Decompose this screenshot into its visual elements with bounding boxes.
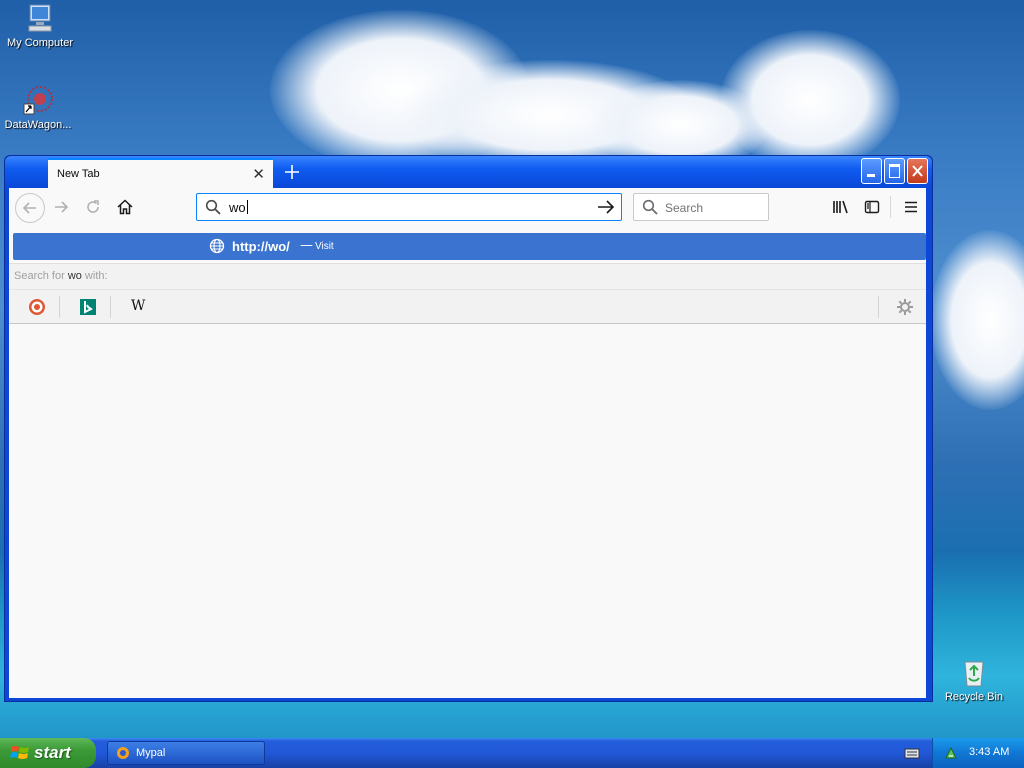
- wikipedia-engine-button[interactable]: W: [129, 297, 149, 317]
- cloud: [720, 30, 900, 170]
- clock: 3:43 AM: [969, 746, 1010, 758]
- plus-icon: [285, 165, 299, 179]
- desktop-icon-label: DataWagon...: [4, 119, 72, 131]
- arrow-left-icon: [22, 202, 36, 214]
- minimize-icon: [867, 174, 875, 177]
- suggestion-url: http://wo/: [232, 239, 290, 254]
- desktop-icon-recycle-bin[interactable]: Recycle Bin: [934, 656, 1014, 703]
- minimize-button[interactable]: [861, 158, 882, 184]
- menu-button[interactable]: [897, 193, 925, 221]
- browser-content: wo Search http://wo/ — Visit Search for …: [9, 188, 926, 698]
- url-input[interactable]: wo: [229, 200, 248, 215]
- close-tab-icon[interactable]: ✕: [252, 165, 265, 183]
- search-placeholder: Search: [665, 201, 704, 215]
- go-arrow-icon[interactable]: [597, 199, 615, 215]
- keyboard-icon[interactable]: [904, 746, 920, 760]
- toolbar-divider: [890, 196, 891, 218]
- computer-icon: [24, 2, 56, 34]
- search-with-header: Search for wo with:: [9, 263, 926, 290]
- windows-logo-icon: [10, 746, 29, 759]
- browser-window: New Tab ✕ wo Search http://wo/ — Visit S…: [4, 155, 933, 702]
- desktop-icon-datawagon[interactable]: DataWagon...: [0, 84, 78, 131]
- search-icon: [205, 199, 221, 215]
- tab-new-tab[interactable]: New Tab ✕: [48, 158, 273, 188]
- forward-button[interactable]: [47, 193, 75, 221]
- search-settings-button[interactable]: [895, 297, 915, 317]
- taskbar-item-label: Mypal: [136, 747, 166, 759]
- url-input-value: wo: [229, 200, 246, 215]
- suggestion-separator: —: [300, 238, 313, 253]
- url-bar[interactable]: wo: [196, 193, 622, 221]
- wikipedia-icon: W: [131, 298, 146, 314]
- search-with-suffix: with:: [81, 270, 108, 282]
- close-icon: [912, 165, 923, 177]
- engine-divider: [110, 296, 111, 318]
- tab-title: New Tab: [57, 168, 100, 180]
- back-button[interactable]: [15, 193, 45, 223]
- home-icon: [117, 199, 133, 215]
- text-caret: [246, 200, 248, 214]
- title-bar[interactable]: New Tab ✕: [5, 156, 932, 188]
- suggestion-action: Visit: [315, 241, 334, 252]
- reload-icon: [87, 200, 99, 213]
- search-with-term: wo: [67, 270, 82, 282]
- search-engine-bar: W: [9, 289, 926, 325]
- duckduckgo-engine-button[interactable]: [27, 297, 47, 317]
- sidebar-icon: [864, 200, 880, 214]
- desktop-icon-my-computer[interactable]: My Computer: [0, 2, 80, 49]
- search-bar[interactable]: Search: [633, 193, 769, 221]
- start-label: start: [34, 743, 71, 762]
- page-content: [9, 324, 926, 698]
- new-tab-button[interactable]: [281, 159, 303, 185]
- navigation-toolbar: wo Search: [9, 188, 926, 226]
- bing-icon: [80, 299, 96, 315]
- system-tray: 3:43 AM: [932, 738, 1024, 768]
- mypal-icon: [117, 747, 129, 759]
- library-icon: [833, 200, 848, 214]
- hamburger-menu-icon: [905, 201, 917, 213]
- home-button[interactable]: [111, 193, 139, 221]
- bing-engine-button[interactable]: [78, 297, 98, 317]
- start-button[interactable]: start: [0, 738, 96, 768]
- close-window-button[interactable]: [907, 158, 928, 184]
- cloud: [930, 230, 1024, 410]
- url-suggestion-row[interactable]: http://wo/ — Visit: [13, 233, 926, 260]
- arrow-right-icon: [55, 201, 69, 213]
- network-icon[interactable]: [943, 745, 959, 761]
- search-with-prefix: Search for: [14, 270, 68, 282]
- reload-button[interactable]: [79, 193, 107, 221]
- desktop-icon-label: Recycle Bin: [944, 691, 1004, 703]
- recycle-bin-icon: [958, 656, 990, 688]
- search-with-label: Search for wo with:: [14, 270, 108, 282]
- search-icon: [642, 199, 658, 215]
- globe-icon: [209, 238, 225, 254]
- gear-icon: [897, 299, 913, 315]
- sidebar-button[interactable]: [858, 193, 886, 221]
- taskbar-item-mypal[interactable]: Mypal: [107, 741, 265, 765]
- maximize-icon: [889, 164, 900, 178]
- duckduckgo-icon: [29, 299, 45, 315]
- datawagon-icon: [22, 84, 54, 116]
- maximize-button[interactable]: [884, 158, 905, 184]
- engine-divider: [59, 296, 60, 318]
- engine-divider: [878, 296, 879, 318]
- taskbar: start Mypal 3:43 AM: [0, 738, 1024, 768]
- desktop-icon-label: My Computer: [6, 37, 74, 49]
- library-button[interactable]: [826, 193, 854, 221]
